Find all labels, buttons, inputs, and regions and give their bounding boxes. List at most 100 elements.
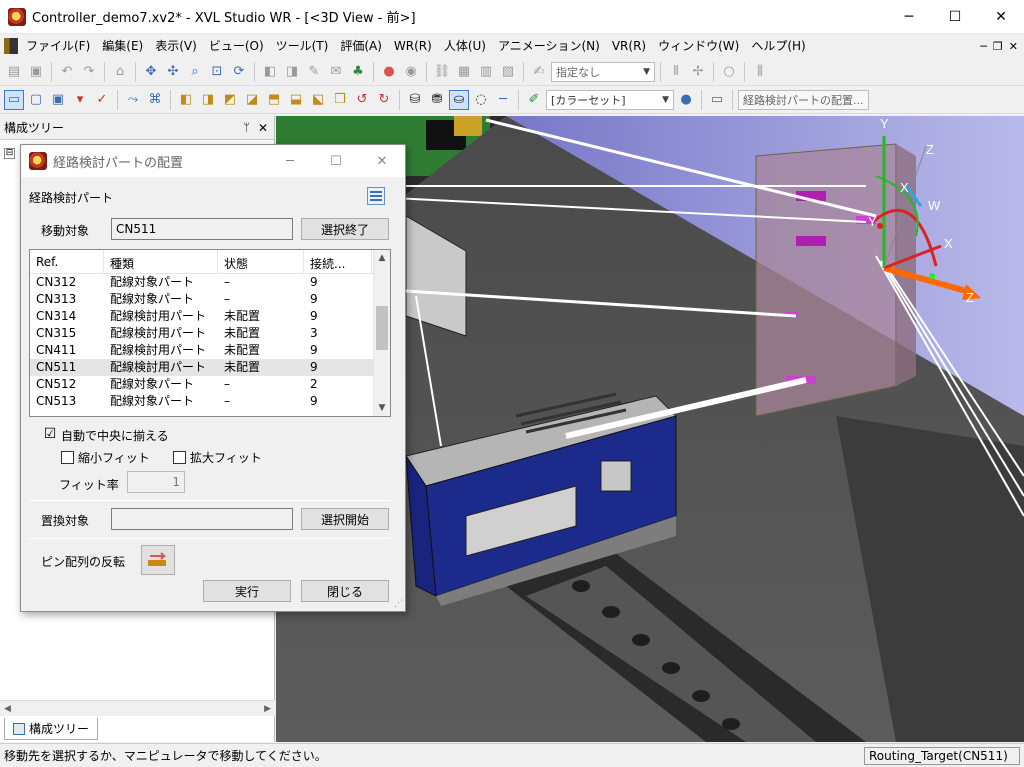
network-icon[interactable]: ⌘ — [145, 90, 165, 110]
layout-icon[interactable]: ▥ — [476, 62, 496, 82]
scroll-up-icon[interactable]: ▲ — [374, 250, 390, 266]
cube-front-icon[interactable]: ◧ — [176, 90, 196, 110]
menu-wr[interactable]: WR(R) — [388, 35, 438, 57]
list-scrollbar[interactable]: ▲ ▼ — [373, 250, 390, 416]
scroll-thumb[interactable] — [376, 306, 388, 350]
menu-edit[interactable]: 編集(E) — [96, 35, 149, 57]
filter-combo[interactable]: 指定なし ▼ — [551, 61, 655, 82]
pan-icon[interactable]: ✥ — [141, 62, 161, 82]
route-placement-button[interactable]: 経路検討パートの配置... — [738, 89, 869, 110]
minimize-button[interactable]: ─ — [886, 0, 932, 34]
close-dialog-button[interactable]: 閉じる — [301, 580, 389, 602]
shade-solid-icon[interactable]: ⛃ — [427, 90, 447, 110]
execute-button[interactable]: 実行 — [203, 580, 291, 602]
section-icon[interactable]: ◨ — [282, 62, 302, 82]
sphere-icon[interactable]: ● — [676, 90, 696, 110]
view-export-icon[interactable]: ▾ — [70, 90, 90, 110]
move-target-field[interactable]: CN511 — [111, 218, 293, 240]
shrink-fit-checkbox[interactable]: 縮小フィット — [61, 449, 150, 466]
cube-top-icon[interactable]: ⬒ — [264, 90, 284, 110]
rotate-left-icon[interactable]: ↺ — [352, 90, 372, 110]
circle-icon[interactable]: ○ — [719, 62, 739, 82]
doc-close-button[interactable]: ✕ — [1009, 40, 1018, 53]
menu-vr[interactable]: VR(R) — [606, 35, 652, 57]
cube-bottom-icon[interactable]: ⬓ — [286, 90, 306, 110]
menu-animation[interactable]: アニメーション(N) — [492, 35, 606, 57]
table-row[interactable]: CN512 配線対象パート – 2 — [30, 376, 390, 393]
horizontal-scrollbar[interactable]: ◀ ▶ — [0, 700, 275, 716]
column-header-state[interactable]: 状態 — [218, 250, 304, 273]
dialog-maximize-button[interactable]: ☐ — [313, 145, 359, 177]
open-icon[interactable]: ▤ — [4, 62, 24, 82]
view-window-icon[interactable]: ▭ — [4, 89, 24, 110]
part-list[interactable]: Ref. 種類 状態 接続... CN312 配線対象パート – 9 CN313 配線対象… — [29, 249, 391, 417]
table-row[interactable]: CN513 配線対象パート – 9 — [30, 393, 390, 410]
table-row[interactable]: CN314 配線検討用パート 未配置 9 — [30, 308, 390, 325]
close-button[interactable]: ✕ — [978, 0, 1024, 34]
cube-view-icon[interactable]: ❒ — [330, 90, 350, 110]
monitor-icon[interactable]: ▭ — [707, 90, 727, 110]
cube-left-icon[interactable]: ◩ — [220, 90, 240, 110]
menu-window[interactable]: ウィンドウ(W) — [652, 35, 745, 57]
note-icon[interactable]: ✉ — [326, 62, 346, 82]
maximize-button[interactable]: ☐ — [932, 0, 978, 34]
pin-icon[interactable]: ᛘ — [243, 121, 250, 134]
table-row[interactable]: CN312 配線対象パート – 9 — [30, 274, 390, 291]
cube-iso-icon[interactable]: ⬕ — [308, 90, 328, 110]
rotate-right-icon[interactable]: ↻ — [374, 90, 394, 110]
window-icon[interactable]: ▧ — [498, 62, 518, 82]
menu-display[interactable]: 表示(V) — [149, 35, 203, 57]
doc-restore-button[interactable]: ❐ — [993, 40, 1003, 53]
shade-hidden-icon[interactable]: ◌ — [471, 90, 491, 110]
menu-evaluate[interactable]: 評価(A) — [334, 35, 388, 57]
zoom-box-icon[interactable]: ⊡ — [207, 62, 227, 82]
grid-icon[interactable]: ▦ — [454, 62, 474, 82]
route-icon[interactable]: ⤳ — [123, 90, 143, 110]
scroll-right-icon[interactable]: ▶ — [264, 704, 271, 714]
dialog-minimize-button[interactable]: ─ — [267, 145, 313, 177]
table-row[interactable]: CN411 配線検討用パート 未配置 9 — [30, 342, 390, 359]
replace-target-field[interactable] — [111, 508, 293, 530]
expand-fit-checkbox[interactable]: 拡大フィット — [173, 449, 262, 466]
save-icon[interactable]: ▣ — [26, 62, 46, 82]
shade-wire-icon[interactable]: ⛁ — [405, 90, 425, 110]
menu-file[interactable]: ファイル(F) — [20, 35, 96, 57]
rotate-icon[interactable]: ✣ — [163, 62, 183, 82]
camera-icon[interactable]: ◉ — [401, 62, 421, 82]
undo-icon[interactable]: ↶ — [57, 62, 77, 82]
dot-color-icon[interactable]: ● — [379, 62, 399, 82]
move-icon[interactable]: ✢ — [688, 62, 708, 82]
resize-grip-icon[interactable]: ⋰ — [394, 599, 403, 609]
pin-flip-button[interactable] — [141, 545, 175, 575]
color-pen-icon[interactable]: ✐ — [524, 90, 544, 110]
table-row[interactable]: CN315 配線検討用パート 未配置 3 — [30, 325, 390, 342]
menu-human[interactable]: 人体(U) — [438, 35, 492, 57]
menu-help[interactable]: ヘルプ(H) — [745, 35, 811, 57]
tree-expander-icon[interactable]: ⊟ — [4, 148, 15, 159]
panel-close-icon[interactable]: ✕ — [258, 121, 268, 135]
fit-rate-field[interactable]: 1 — [127, 471, 185, 493]
redo-icon[interactable]: ↷ — [79, 62, 99, 82]
cube-back-icon[interactable]: ◨ — [198, 90, 218, 110]
bar-chart-icon[interactable]: ⫼ — [750, 62, 770, 82]
line-icon[interactable]: ─ — [493, 90, 513, 110]
table-row[interactable]: CN313 配線対象パート – 9 — [30, 291, 390, 308]
view-check-icon[interactable]: ✓ — [92, 90, 112, 110]
color-set-combo[interactable]: [カラーセット] ▼ — [546, 89, 674, 110]
scroll-down-icon[interactable]: ▼ — [374, 400, 390, 416]
table-row[interactable]: CN511 配線検討用パート 未配置 9 — [30, 359, 390, 376]
menu-tools[interactable]: ツール(T) — [270, 35, 335, 57]
list-options-icon[interactable] — [367, 187, 385, 205]
fit-icon[interactable]: ⟳ — [229, 62, 249, 82]
align-icon[interactable]: ⫴ — [666, 62, 686, 82]
scroll-left-icon[interactable]: ◀ — [4, 704, 11, 714]
shade-edge-icon[interactable]: ⛀ — [449, 89, 469, 110]
column-header-type[interactable]: 種類 — [104, 250, 218, 273]
doc-minimize-button[interactable]: ─ — [980, 40, 987, 53]
link-icon[interactable]: ⛓ — [432, 62, 452, 82]
zoom-icon[interactable]: ⌕ — [185, 62, 205, 82]
start-select-button[interactable]: 選択開始 — [301, 508, 389, 530]
menu-view[interactable]: ビュー(O) — [203, 35, 270, 57]
dialog-close-button[interactable]: ✕ — [359, 145, 405, 177]
view-split-icon[interactable]: ▢ — [26, 90, 46, 110]
